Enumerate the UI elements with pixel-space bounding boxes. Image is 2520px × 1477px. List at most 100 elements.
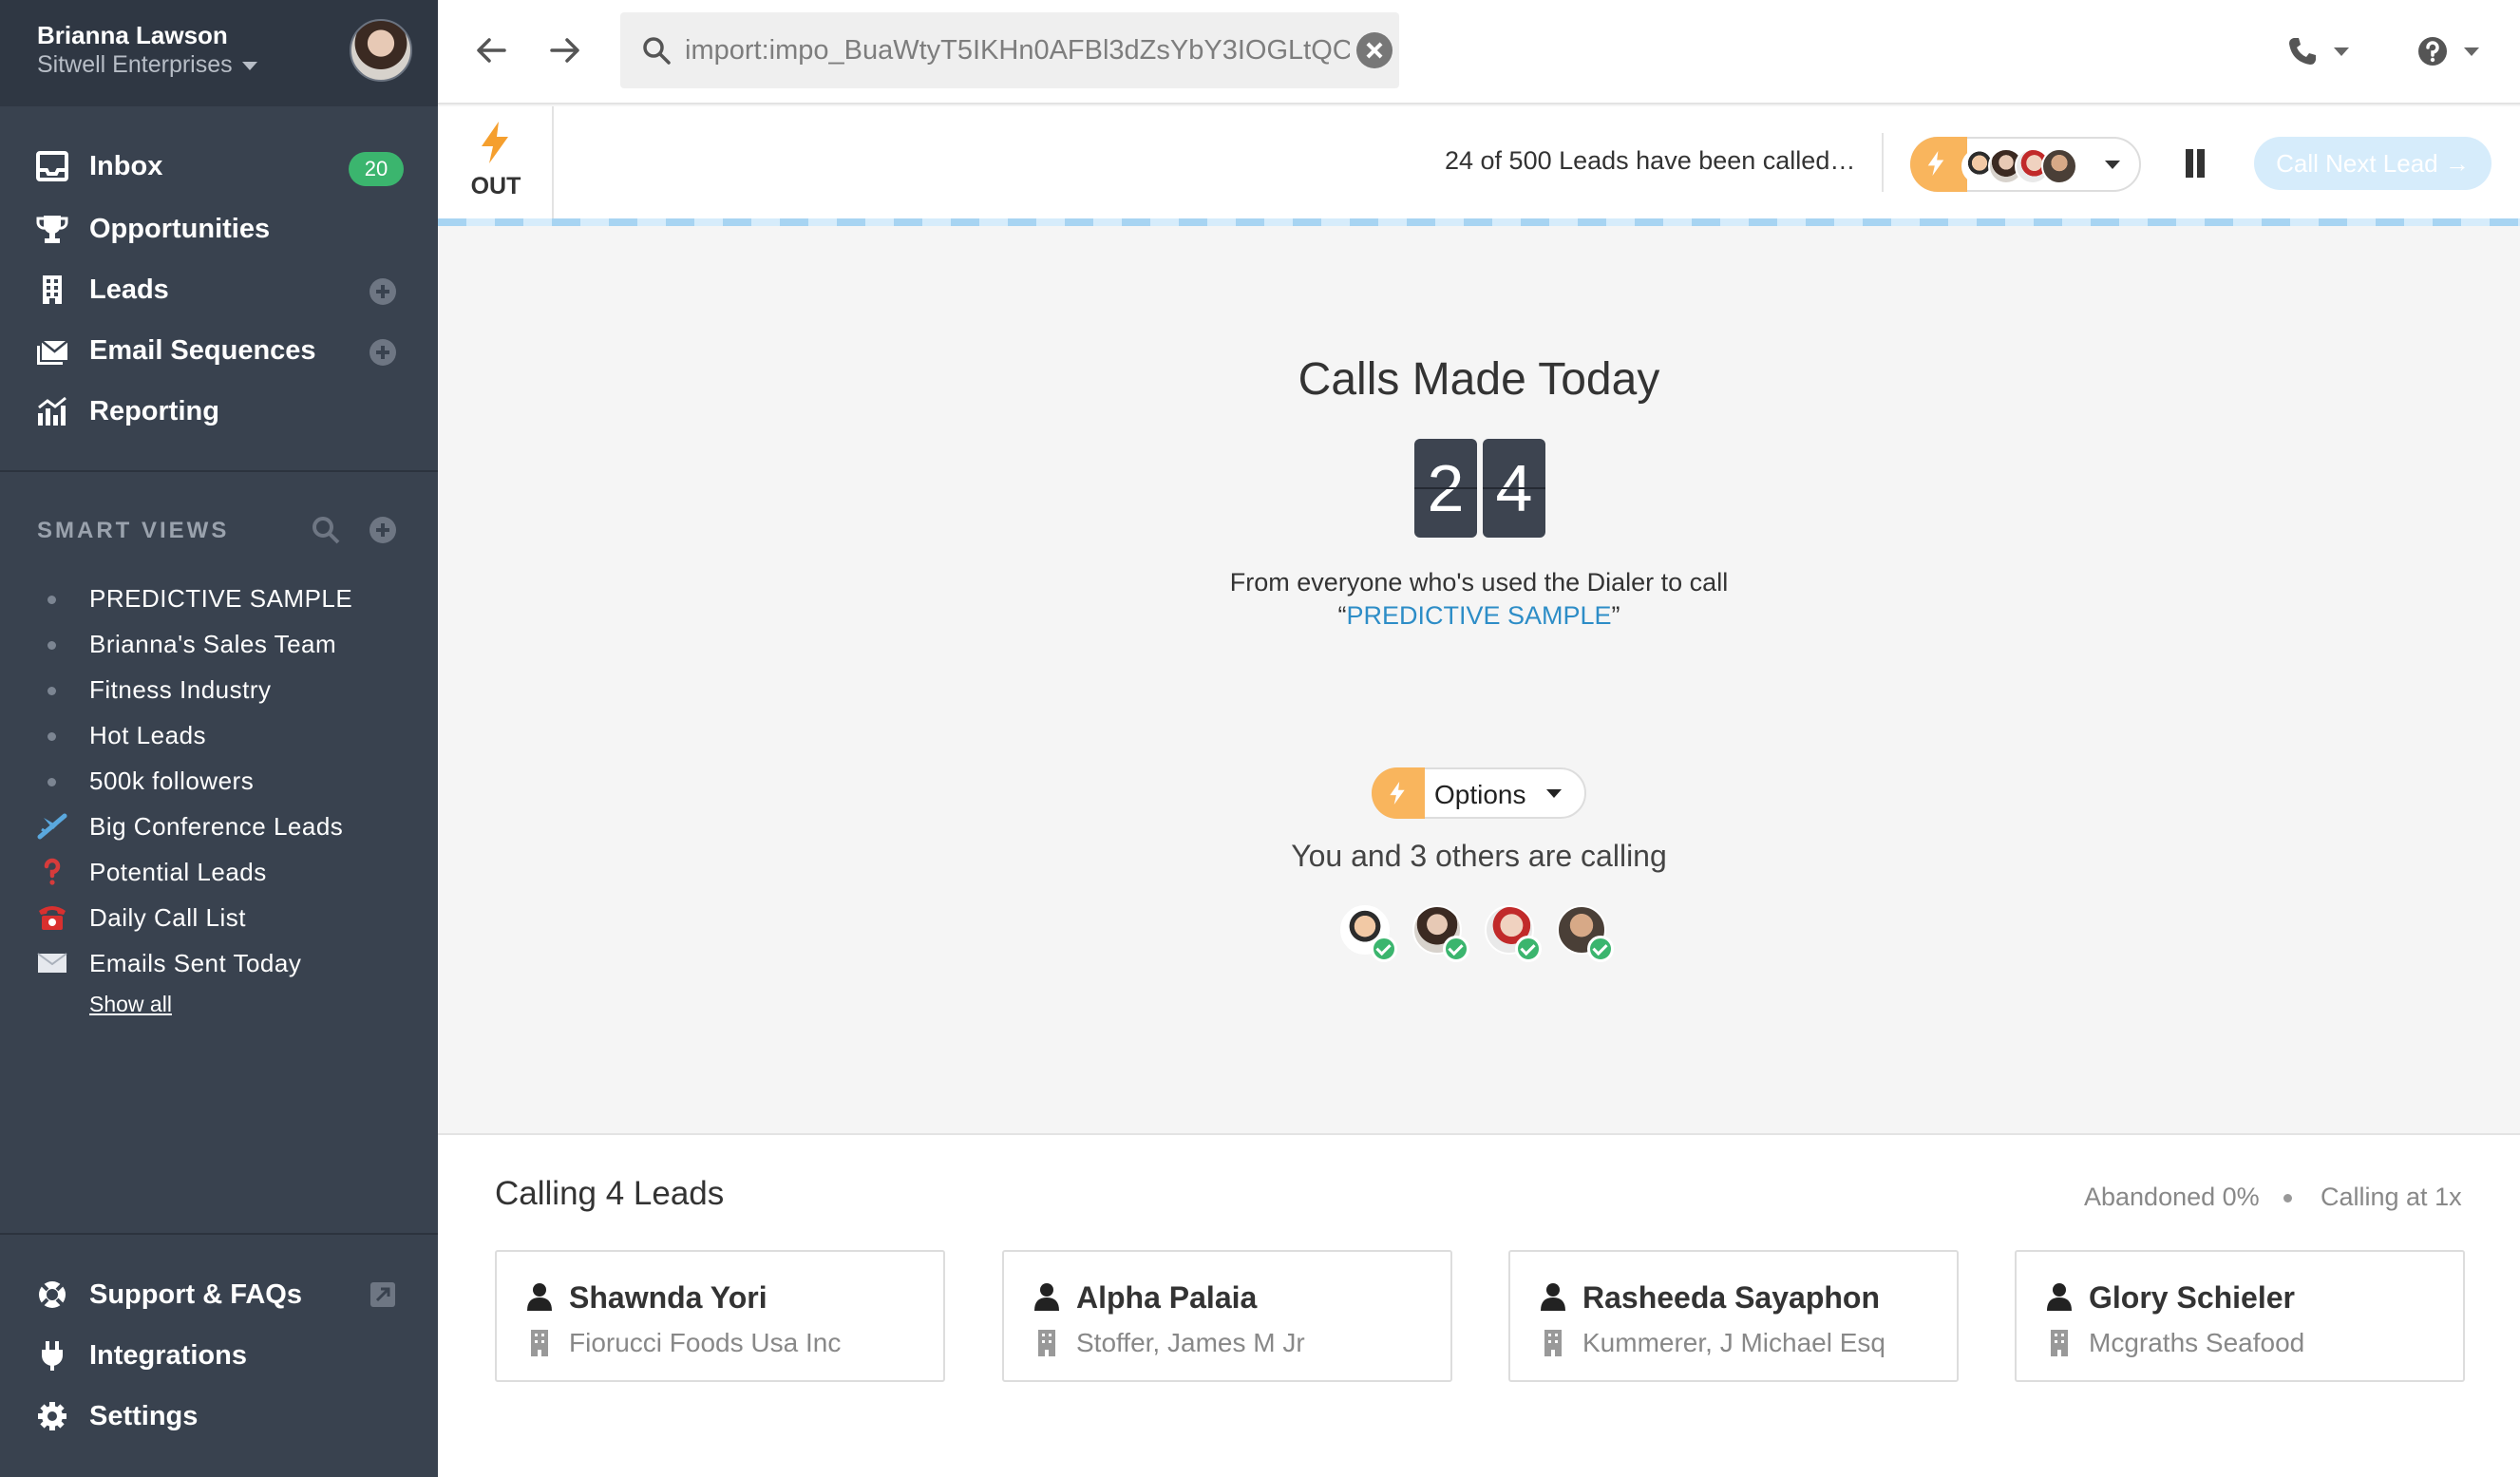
options-label: Options <box>1434 780 1526 809</box>
counter-description: From everyone who's used the Dialer to c… <box>1229 568 1729 596</box>
abandoned-rate: Abandoned 0% <box>2084 1183 2260 1211</box>
caller-avatar <box>1412 905 1469 962</box>
caller-avatar <box>1557 905 1614 962</box>
phone-menu[interactable] <box>2286 35 2353 69</box>
lead-company[interactable]: Mcgraths Seafood <box>2089 1328 2304 1358</box>
search-bar[interactable] <box>620 12 1399 88</box>
options-dropdown[interactable]: Options <box>1372 767 1586 819</box>
calling-rate: Calling at 1x <box>2321 1183 2462 1211</box>
bullet-icon <box>47 687 56 695</box>
sidebar-item-integrations[interactable]: Integrations <box>0 1328 438 1383</box>
sidebar-item-label: Leads <box>89 275 169 305</box>
sidebar: Brianna Lawson Sitwell Enterprises Inbox… <box>0 0 438 1477</box>
lightning-bolt-icon <box>1390 782 1405 805</box>
org-switcher[interactable]: Sitwell Enterprises <box>37 51 257 79</box>
lead-card[interactable]: Alpha Palaia Stoffer, James M Jr <box>1002 1250 1452 1382</box>
lead-name[interactable]: Glory Schieler <box>2089 1280 2295 1316</box>
sidebar-item-label: Support & FAQs <box>89 1279 302 1310</box>
smart-view-item[interactable]: PREDICTIVE SAMPLE <box>0 577 438 620</box>
smart-view-link[interactable]: PREDICTIVE SAMPLE <box>1346 601 1611 630</box>
lead-company[interactable]: Stoffer, James M Jr <box>1076 1328 1305 1358</box>
airplane-icon <box>37 813 67 840</box>
gear-icon <box>38 1402 66 1430</box>
smart-view-label: Big Conference Leads <box>89 812 344 841</box>
active-callers <box>1340 905 1625 968</box>
envelope-icon <box>37 340 68 365</box>
check-icon <box>1371 936 1397 962</box>
search-input[interactable] <box>685 12 1350 88</box>
caller-avatar <box>1340 905 1397 962</box>
plug-icon <box>42 1341 63 1371</box>
smart-view-item[interactable]: Hot Leads <box>0 713 438 757</box>
sidebar-item-settings[interactable]: Settings <box>0 1389 438 1444</box>
building-icon <box>43 275 62 304</box>
inbox-icon <box>36 151 68 181</box>
user-menu[interactable]: Brianna Lawson Sitwell Enterprises <box>0 0 438 106</box>
counter-digit: 4 <box>1483 439 1545 538</box>
close-quote: ” <box>1611 601 1620 630</box>
person-icon <box>527 1283 552 1311</box>
divider <box>0 1233 438 1235</box>
bar-chart-icon <box>38 396 66 426</box>
lead-card[interactable]: Rasheeda Sayaphon Kummerer, J Michael Es… <box>1508 1250 1959 1382</box>
call-next-lead-button[interactable]: Call Next Lead → <box>2254 137 2492 190</box>
chevron-down-icon <box>241 61 257 70</box>
smart-view-label: 500k followers <box>89 767 255 795</box>
sidebar-item-label: Integrations <box>89 1340 247 1371</box>
bullet-icon <box>47 778 56 786</box>
smart-view-item[interactable]: Brianna's Sales Team <box>0 622 438 666</box>
dialer-progress-stripe <box>438 218 2520 226</box>
add-lead-button[interactable] <box>369 278 396 305</box>
help-menu[interactable] <box>2416 35 2483 69</box>
dialer-mode-indicator <box>1372 767 1425 819</box>
smart-view-item[interactable]: Fitness Industry <box>0 668 438 711</box>
lead-name[interactable]: Alpha Palaia <box>1076 1280 1257 1316</box>
smart-view-item[interactable]: Daily Call List <box>0 896 438 939</box>
sidebar-item-opportunities[interactable]: Opportunities <box>0 201 438 256</box>
question-mark-icon <box>44 858 61 885</box>
user-name: Brianna Lawson <box>37 21 228 49</box>
sidebar-item-leads[interactable]: Leads <box>0 262 438 317</box>
pause-button[interactable] <box>2183 149 2207 178</box>
trophy-icon <box>36 216 68 243</box>
bullet-icon <box>47 641 56 650</box>
dialer-direction[interactable]: OUT <box>438 106 554 218</box>
forward-arrow-icon[interactable] <box>546 31 584 69</box>
smart-view-label: Daily Call List <box>89 903 246 932</box>
search-icon <box>643 37 671 65</box>
search-icon[interactable] <box>312 516 340 544</box>
sidebar-item-reporting[interactable]: Reporting <box>0 384 438 439</box>
smart-view-item[interactable]: Emails Sent Today <box>0 941 438 985</box>
lead-company[interactable]: Kummerer, J Michael Esq <box>1582 1328 1885 1358</box>
person-icon <box>2047 1283 2072 1311</box>
lead-company[interactable]: Fiorucci Foods Usa Inc <box>569 1328 841 1358</box>
sidebar-item-email-sequences[interactable]: Email Sequences <box>0 323 438 378</box>
sidebar-item-inbox[interactable]: Inbox 20 <box>0 139 438 194</box>
add-sequence-button[interactable] <box>369 339 396 366</box>
page-title: Calls Made Today <box>1298 354 1660 405</box>
smart-view-item[interactable]: Big Conference Leads <box>0 805 438 848</box>
dialer-bar: OUT 24 of 500 Leads have been called… Ca… <box>438 106 2520 218</box>
smart-view-label: Fitness Industry <box>89 675 272 704</box>
team-selector[interactable] <box>1910 137 2141 192</box>
sidebar-item-label: Opportunities <box>89 214 271 244</box>
leads-called-status: 24 of 500 Leads have been called… <box>1445 146 1856 175</box>
external-link-icon <box>370 1282 395 1307</box>
lead-name[interactable]: Rasheeda Sayaphon <box>1582 1280 1880 1316</box>
show-all-link[interactable]: Show all <box>89 992 172 1017</box>
smart-view-item[interactable]: Potential Leads <box>0 850 438 894</box>
lead-card[interactable]: Glory Schieler Mcgraths Seafood <box>2015 1250 2465 1382</box>
lead-name[interactable]: Shawnda Yori <box>569 1280 767 1316</box>
chevron-down-icon <box>2105 161 2120 169</box>
clear-search-icon[interactable] <box>1356 32 1393 68</box>
lead-card[interactable]: Shawnda Yori Fiorucci Foods Usa Inc <box>495 1250 945 1382</box>
check-icon <box>1587 936 1614 962</box>
back-arrow-icon[interactable] <box>472 31 510 69</box>
direction-label: OUT <box>470 173 521 199</box>
smart-views-title: SMART VIEWS <box>37 518 230 543</box>
divider <box>0 470 438 472</box>
avatar[interactable] <box>350 19 412 82</box>
smart-view-item[interactable]: 500k followers <box>0 759 438 803</box>
calling-leads-panel: Calling 4 Leads Abandoned 0% Calling at … <box>438 1133 2520 1477</box>
add-smart-view-button[interactable] <box>369 517 396 543</box>
